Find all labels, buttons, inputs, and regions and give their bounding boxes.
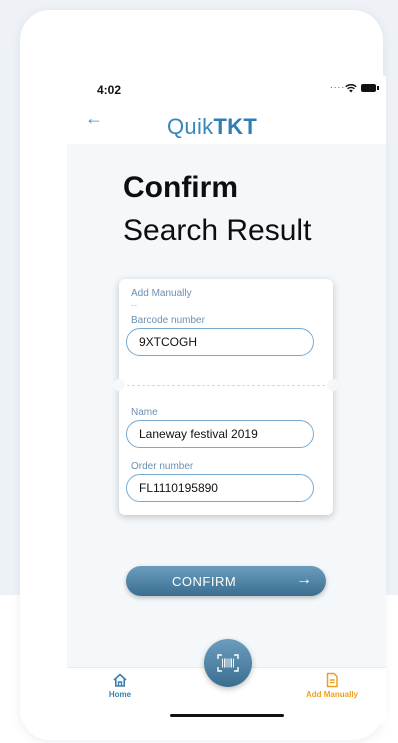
name-field[interactable]: Laneway festival 2019 — [126, 420, 314, 448]
tab-add-manually-label: Add Manually — [305, 690, 358, 699]
logo-text-bold: TKT — [213, 114, 258, 139]
section-dash: -- — [131, 300, 137, 310]
order-label: Order number — [131, 461, 194, 472]
arrow-left-icon[interactable]: ← — [85, 108, 103, 129]
ticket-notch-left — [113, 379, 125, 391]
status-bar: 4:02 .... — [67, 76, 386, 102]
app-screen: 4:02 .... ← QuikTKT Confirm Search Resul… — [67, 76, 386, 724]
order-field[interactable]: FL1110195890 — [126, 474, 314, 502]
tab-home-label: Home — [108, 690, 132, 699]
barcode-label: Barcode number — [131, 315, 205, 326]
scan-button[interactable] — [204, 639, 252, 687]
tab-home[interactable]: Home — [85, 672, 155, 699]
app-logo: QuikTKT — [167, 114, 257, 140]
ticket-perforation — [127, 385, 325, 386]
page-title: Confirm — [123, 171, 238, 204]
status-time: 4:02 — [97, 83, 122, 97]
signal-dots: .... — [330, 80, 346, 91]
section-label: Add Manually — [131, 288, 192, 299]
barcode-scan-icon — [217, 654, 239, 672]
confirm-button[interactable]: CONFIRM → — [126, 566, 326, 596]
confirm-label: CONFIRM — [172, 574, 237, 589]
arrow-right-icon: → — [296, 571, 312, 588]
app-header: ← QuikTKT — [67, 102, 386, 144]
logo-text-thin: Quik — [167, 114, 214, 139]
ticket-notch-right — [327, 379, 339, 391]
page-subtitle: Search Result — [123, 214, 312, 247]
name-label: Name — [131, 407, 158, 418]
home-indicator — [170, 714, 284, 717]
home-icon — [113, 673, 127, 687]
barcode-field[interactable]: 9XTCOGH — [126, 328, 314, 356]
ticket-card: Add Manually -- Barcode number 9XTCOGH N… — [113, 279, 339, 515]
phone-frame: 4:02 .... ← QuikTKT Confirm Search Resul… — [20, 10, 386, 740]
tab-add-manually[interactable]: Add Manually — [297, 672, 367, 699]
wifi-icon — [345, 84, 357, 93]
battery-icon — [361, 84, 379, 92]
document-icon — [326, 672, 338, 688]
